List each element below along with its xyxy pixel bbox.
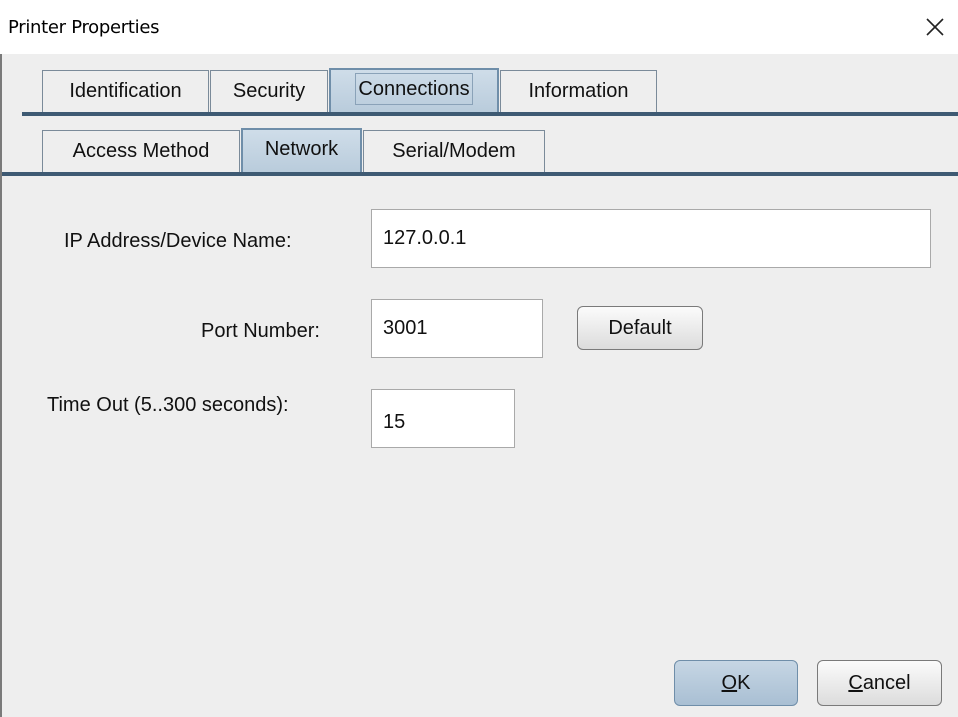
tab-label: Serial/Modem (392, 140, 516, 162)
cancel-button[interactable]: Cancel (817, 660, 942, 706)
default-button[interactable]: Default (577, 306, 703, 350)
ip-address-label: IP Address/Device Name: (64, 230, 292, 252)
ip-address-input[interactable]: 127.0.0.1 (371, 209, 931, 268)
tab-label: Security (232, 80, 306, 102)
timeout-label: Time Out (5..300 seconds): (47, 394, 289, 416)
port-number-input[interactable]: 3001 (371, 299, 543, 358)
tab-network[interactable]: Network (241, 128, 362, 174)
ok-mnemonic: O (721, 672, 738, 694)
tab-identification[interactable]: Identification (42, 70, 209, 112)
tab-separator (22, 112, 958, 116)
tab-label: Information (528, 80, 629, 102)
close-icon (926, 18, 944, 36)
tab-connections[interactable]: Connections (329, 68, 499, 114)
tab-access-method[interactable]: Access Method (42, 130, 240, 172)
tab-label: Network (264, 138, 339, 160)
tab-serial-modem[interactable]: Serial/Modem (363, 130, 545, 172)
cancel-label-rest: ancel (862, 672, 911, 694)
port-number-label: Port Number: (201, 320, 320, 342)
tab-security[interactable]: Security (210, 70, 328, 112)
cancel-mnemonic: C (848, 672, 863, 694)
ok-button[interactable]: OK (674, 660, 798, 706)
tab-label: Connections (355, 73, 473, 105)
title-bar: Printer Properties (0, 0, 958, 54)
dialog-body: Identification Security Connections Info… (2, 54, 958, 717)
close-button[interactable] (912, 8, 958, 46)
timeout-input[interactable]: 15 (371, 389, 515, 448)
tab-label: Identification (69, 80, 182, 102)
ok-label-rest: K (737, 672, 751, 694)
window-title: Printer Properties (8, 17, 160, 38)
tab-label: Access Method (72, 140, 210, 162)
tab-information[interactable]: Information (500, 70, 657, 112)
subtab-separator (2, 172, 958, 176)
